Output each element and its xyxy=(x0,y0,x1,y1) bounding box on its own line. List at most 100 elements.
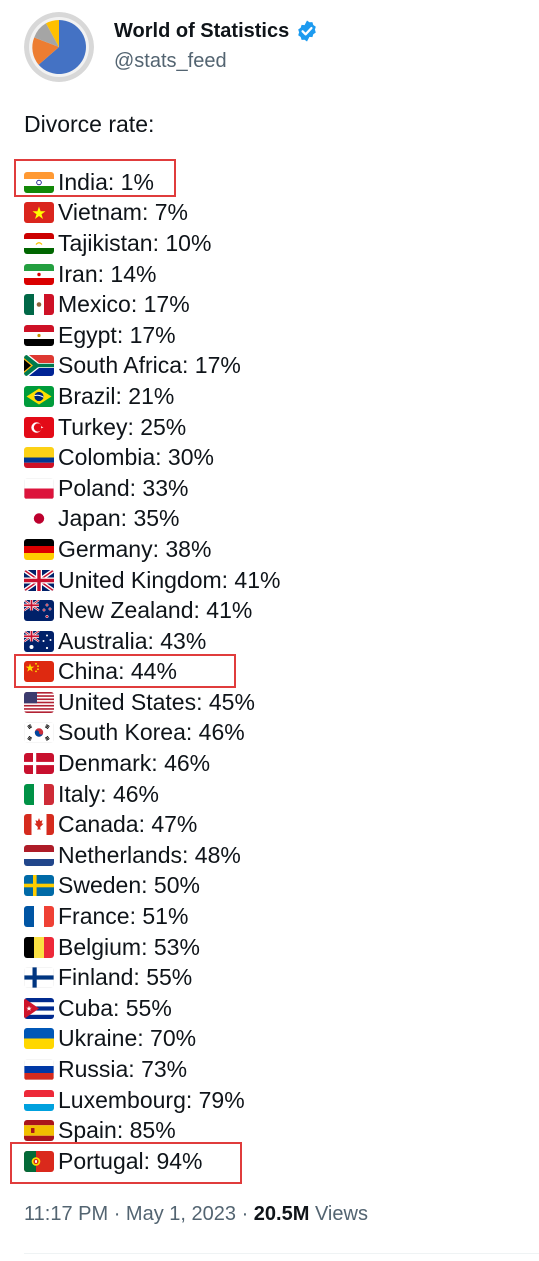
highlight-box-china xyxy=(14,654,236,688)
meta-separator: · xyxy=(241,1203,249,1225)
list-item-denmark: Denmark: 46% xyxy=(24,748,280,779)
flag-denmark-icon xyxy=(24,753,54,775)
list-item-text: Cuba: 55% xyxy=(58,994,172,1021)
list-item-text: Vietnam: 7% xyxy=(58,199,188,226)
list-item-iran: Iran: 14% xyxy=(24,259,280,290)
author-handle[interactable]: @stats_feed xyxy=(114,49,227,73)
tweet-meta: 11:17 PM · May 1, 2023 · 20.5M Views xyxy=(24,1203,368,1226)
list-item-text: Egypt: 17% xyxy=(58,321,176,348)
tweet-intro: Divorce rate: xyxy=(24,111,155,137)
flag-mexico-icon xyxy=(24,294,54,316)
divider xyxy=(24,1253,539,1254)
list-item-text: Japan: 35% xyxy=(58,505,180,532)
list-item-france: France: 51% xyxy=(24,901,280,932)
flag-iran-icon xyxy=(24,263,54,285)
list-item-text: Mexico: 17% xyxy=(58,291,190,318)
flag-belgium-icon xyxy=(24,936,54,958)
list-item-text: Russia: 73% xyxy=(58,1056,188,1083)
meta-separator: · xyxy=(113,1203,121,1225)
list-item-text: Denmark: 46% xyxy=(58,750,211,777)
flag-south-korea-icon xyxy=(24,722,54,744)
views-label: Views xyxy=(314,1203,368,1225)
list-item-text: Poland: 33% xyxy=(58,474,189,501)
flag-poland-icon xyxy=(24,477,54,499)
list-item-text: South Africa: 17% xyxy=(58,352,241,379)
list-item-text: United States: 45% xyxy=(58,688,255,715)
list-item-colombia: Colombia: 30% xyxy=(24,442,280,473)
flag-luxembourg-icon xyxy=(24,1089,54,1111)
list-item-poland: Poland: 33% xyxy=(24,473,280,504)
list-item-text: Finland: 55% xyxy=(58,964,193,991)
list-item-text: Netherlands: 48% xyxy=(58,841,241,868)
author-name[interactable]: World of Statistics xyxy=(114,19,289,43)
flag-netherlands-icon xyxy=(24,844,54,866)
flag-japan-icon xyxy=(24,508,54,530)
list-item-mexico: Mexico: 17% xyxy=(24,289,280,320)
flag-brazil-icon xyxy=(24,385,54,407)
avatar-pie-chart-icon xyxy=(24,12,94,82)
list-item-south-africa: South Africa: 17% xyxy=(24,351,280,382)
list-item-text: Brazil: 21% xyxy=(58,382,175,409)
list-item-turkey: Turkey: 25% xyxy=(24,412,280,443)
flag-new-zealand-icon xyxy=(24,600,54,622)
flag-tajikistan-icon xyxy=(24,232,54,254)
list-item-text: Tajikistan: 10% xyxy=(58,229,212,256)
verified-badge-icon[interactable] xyxy=(295,19,319,43)
list-item-vietnam: Vietnam: 7% xyxy=(24,198,280,229)
flag-sweden-icon xyxy=(24,875,54,897)
list-item-text: Iran: 14% xyxy=(58,260,157,287)
list-item-ukraine: Ukraine: 70% xyxy=(24,1024,280,1055)
list-item-belgium: Belgium: 53% xyxy=(24,932,280,963)
list-item-south-korea: South Korea: 46% xyxy=(24,718,280,749)
list-item-luxembourg: Luxembourg: 79% xyxy=(24,1085,280,1116)
flag-south-africa-icon xyxy=(24,355,54,377)
list-item-text: Turkey: 25% xyxy=(58,413,187,440)
flag-canada-icon xyxy=(24,814,54,836)
flag-ukraine-icon xyxy=(24,1028,54,1050)
list-item-sweden: Sweden: 50% xyxy=(24,871,280,902)
flag-germany-icon xyxy=(24,538,54,560)
flag-australia-icon xyxy=(24,630,54,652)
tweet-header: World of Statistics @stats_feed xyxy=(24,12,524,82)
list-item-netherlands: Netherlands: 48% xyxy=(24,840,280,871)
list-item-new-zealand: New Zealand: 41% xyxy=(24,595,280,626)
flag-finland-icon xyxy=(24,967,54,989)
flag-united-states-icon xyxy=(24,691,54,713)
list-item-text: Italy: 46% xyxy=(58,780,159,807)
flag-colombia-icon xyxy=(24,447,54,469)
flag-spain-icon xyxy=(24,1120,54,1142)
flag-italy-icon xyxy=(24,783,54,805)
list-item-text: Belgium: 53% xyxy=(58,933,200,960)
list-item-text: France: 51% xyxy=(58,903,189,930)
list-item-canada: Canada: 47% xyxy=(24,809,280,840)
list-item-text: United Kingdom: 41% xyxy=(58,566,281,593)
list-item-text: Colombia: 30% xyxy=(58,444,214,471)
tweet-time[interactable]: 11:17 PM xyxy=(24,1203,108,1225)
list-item-united-kingdom: United Kingdom: 41% xyxy=(24,565,280,596)
list-item-text: Luxembourg: 79% xyxy=(58,1086,245,1113)
list-item-russia: Russia: 73% xyxy=(24,1054,280,1085)
list-item-cuba: Cuba: 55% xyxy=(24,993,280,1024)
list-item-text: Ukraine: 70% xyxy=(58,1025,197,1052)
flag-turkey-icon xyxy=(24,416,54,438)
list-item-australia: Australia: 43% xyxy=(24,626,280,657)
list-item-germany: Germany: 38% xyxy=(24,534,280,565)
list-item-finland: Finland: 55% xyxy=(24,962,280,993)
list-item-united-states: United States: 45% xyxy=(24,687,280,718)
list-item-egypt: Egypt: 17% xyxy=(24,320,280,351)
avatar[interactable] xyxy=(24,12,94,82)
list-item-text: Sweden: 50% xyxy=(58,872,200,899)
list-item-text: Germany: 38% xyxy=(58,535,212,562)
tweet-date[interactable]: May 1, 2023 xyxy=(126,1203,236,1225)
flag-russia-icon xyxy=(24,1059,54,1081)
highlight-box-portugal xyxy=(10,1142,242,1184)
list-item-text: South Korea: 46% xyxy=(58,719,245,746)
list-item-text: Spain: 85% xyxy=(58,1117,176,1144)
list-item-italy: Italy: 46% xyxy=(24,779,280,810)
list-item-text: New Zealand: 41% xyxy=(58,597,253,624)
flag-united-kingdom-icon xyxy=(24,569,54,591)
list-item-text: Canada: 47% xyxy=(58,811,198,838)
flag-egypt-icon xyxy=(24,324,54,346)
views-count: 20.5M xyxy=(253,1203,310,1225)
flag-france-icon xyxy=(24,906,54,928)
